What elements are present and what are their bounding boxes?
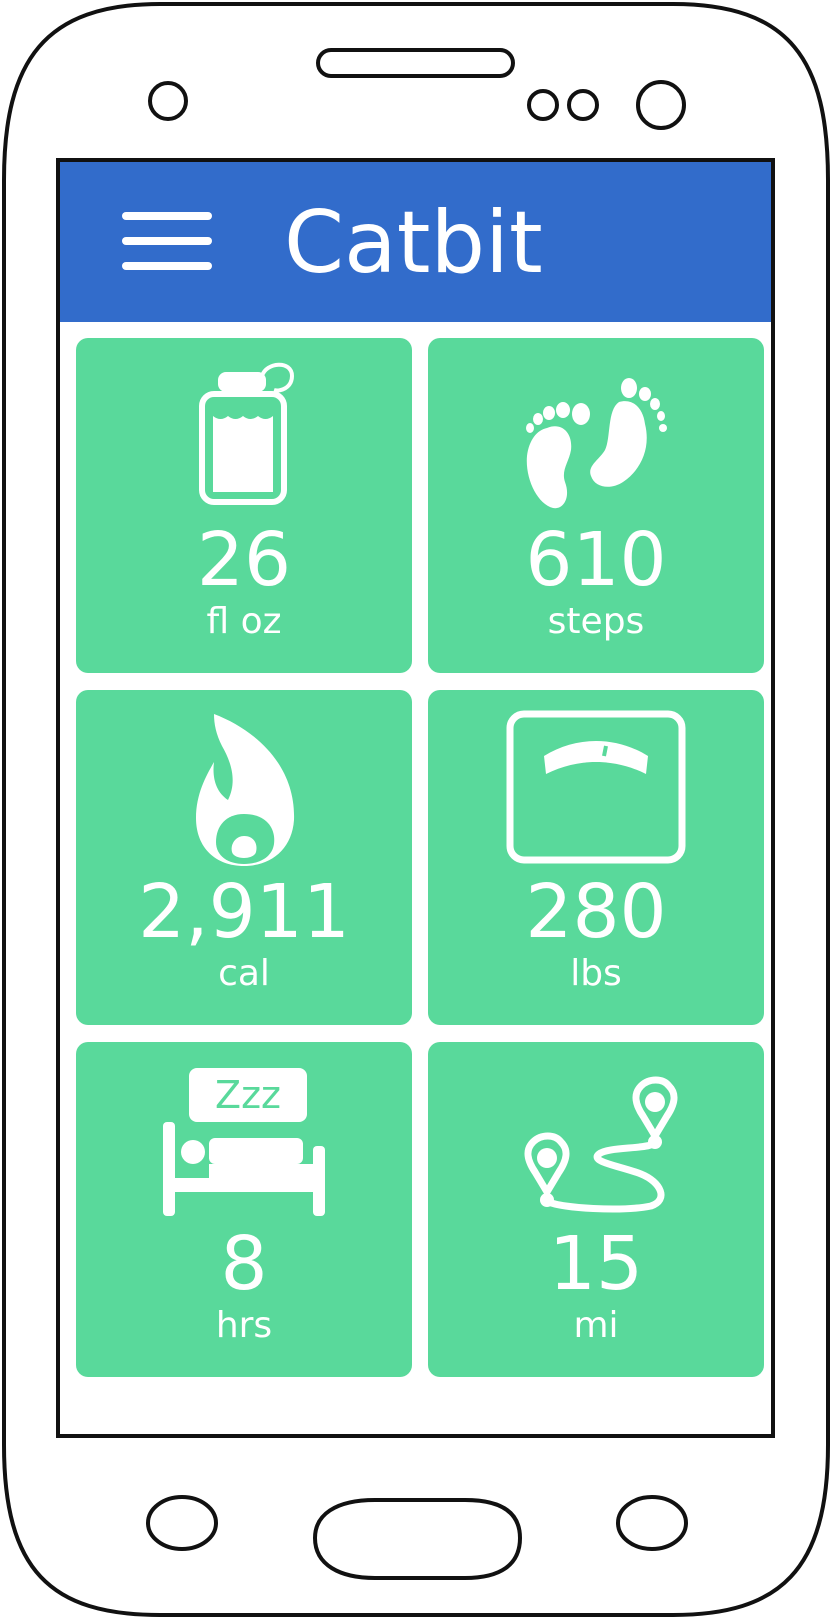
sensor-dot-2	[567, 89, 599, 121]
home-button	[312, 1498, 523, 1580]
weight-value: 280	[525, 869, 667, 955]
sleep-unit: hrs	[215, 1305, 273, 1346]
back-key	[146, 1495, 218, 1551]
menu-icon[interactable]	[122, 212, 212, 274]
tile-sleep[interactable]: Zzz 8 hrs	[76, 1042, 412, 1377]
tile-weight[interactable]: 280 lbs	[428, 690, 764, 1025]
front-camera	[636, 80, 686, 130]
tile-steps[interactable]: 610 steps	[428, 338, 764, 673]
water-bottle-icon	[76, 358, 412, 528]
steps-value: 610	[525, 517, 667, 603]
calories-unit: cal	[218, 953, 270, 994]
scale-icon	[428, 710, 764, 880]
distance-unit: mi	[573, 1305, 619, 1346]
steps-unit: steps	[547, 601, 645, 642]
route-pins-icon	[428, 1062, 764, 1232]
tile-calories[interactable]: 2,911 cal	[76, 690, 412, 1025]
sensor-dot-1	[527, 89, 559, 121]
menu-key	[616, 1495, 688, 1551]
sleep-zzz-label: Zzz	[215, 1073, 281, 1117]
calories-value: 2,911	[138, 869, 350, 955]
flame-icon	[76, 710, 412, 880]
water-unit: fl oz	[206, 601, 282, 642]
phone-screen: Catbit 26 fl oz 610 steps 2,911 cal 280 …	[56, 158, 775, 1438]
sleep-value: 8	[220, 1221, 268, 1307]
tile-distance[interactable]: 15 mi	[428, 1042, 764, 1377]
tile-water[interactable]: 26 fl oz	[76, 338, 412, 673]
water-value: 26	[196, 517, 292, 603]
sensor-left	[148, 81, 188, 121]
app-bar: Catbit	[60, 162, 771, 322]
speaker-grille	[316, 48, 515, 78]
app-title: Catbit	[284, 193, 543, 293]
weight-unit: lbs	[570, 953, 622, 994]
bed-zzz-icon: Zzz	[76, 1062, 412, 1232]
distance-value: 15	[548, 1221, 644, 1307]
footprints-icon	[428, 358, 764, 528]
